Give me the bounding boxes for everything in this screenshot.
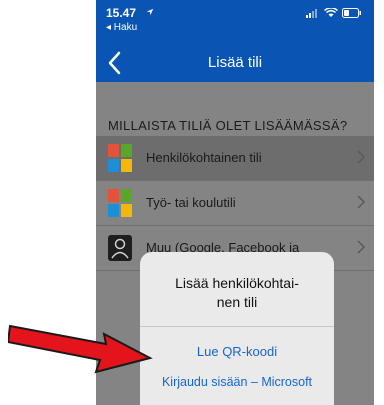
status-icons: [306, 8, 362, 18]
list-item-label: Henkilökohtainen tili: [146, 150, 262, 165]
wifi-icon: [324, 8, 338, 17]
person-icon: [108, 235, 132, 261]
sheet-title-line1: Lisää henkilökohtai-: [175, 275, 299, 291]
location-arrow-icon: [146, 8, 154, 16]
action-sheet-title: Lisää henkilökohtai- nen tili: [140, 274, 334, 312]
sheet-title-line2: nen tili: [216, 294, 258, 310]
status-time: 15.47: [106, 6, 137, 20]
section-header: MILLAISTA TILIÄ OLET LISÄÄMÄSSÄ?: [108, 118, 348, 133]
account-type-list: Henkilökohtainen tili Työ- tai koulutili: [96, 136, 374, 271]
signal-icon: [306, 9, 317, 18]
nav-bar: Lisää tili: [96, 44, 374, 82]
battery-icon: [342, 8, 361, 18]
back-to-app-link[interactable]: ◂ Haku: [106, 22, 137, 33]
microsoft-logo-icon: [108, 144, 132, 172]
page-title: Lisää tili: [207, 54, 263, 71]
screenshot-stage: 15.47 ◂ Haku Lisää tili MILLAISTA TILIÄ …: [0, 0, 384, 405]
chevron-right-icon: [357, 150, 366, 164]
status-bar: 15.47 ◂ Haku: [96, 0, 374, 44]
action-sheet: Lisää henkilökohtai- nen tili Lue QR-koo…: [140, 252, 334, 405]
chevron-right-icon: [357, 240, 366, 254]
list-item-work-school-account[interactable]: Työ- tai koulutili: [96, 181, 374, 226]
list-item-personal-account[interactable]: Henkilökohtainen tili: [96, 136, 374, 181]
red-arrow-pointer-icon: [8, 324, 153, 374]
chevron-right-icon: [357, 195, 366, 209]
list-item-label: Työ- tai koulutili: [146, 195, 236, 210]
divider: [140, 326, 334, 327]
scan-qr-code-button[interactable]: Lue QR-koodi: [140, 344, 334, 359]
microsoft-logo-icon: [108, 189, 132, 217]
microsoft-sign-in-button[interactable]: Kirjaudu sisään – Microsoft: [140, 375, 334, 389]
